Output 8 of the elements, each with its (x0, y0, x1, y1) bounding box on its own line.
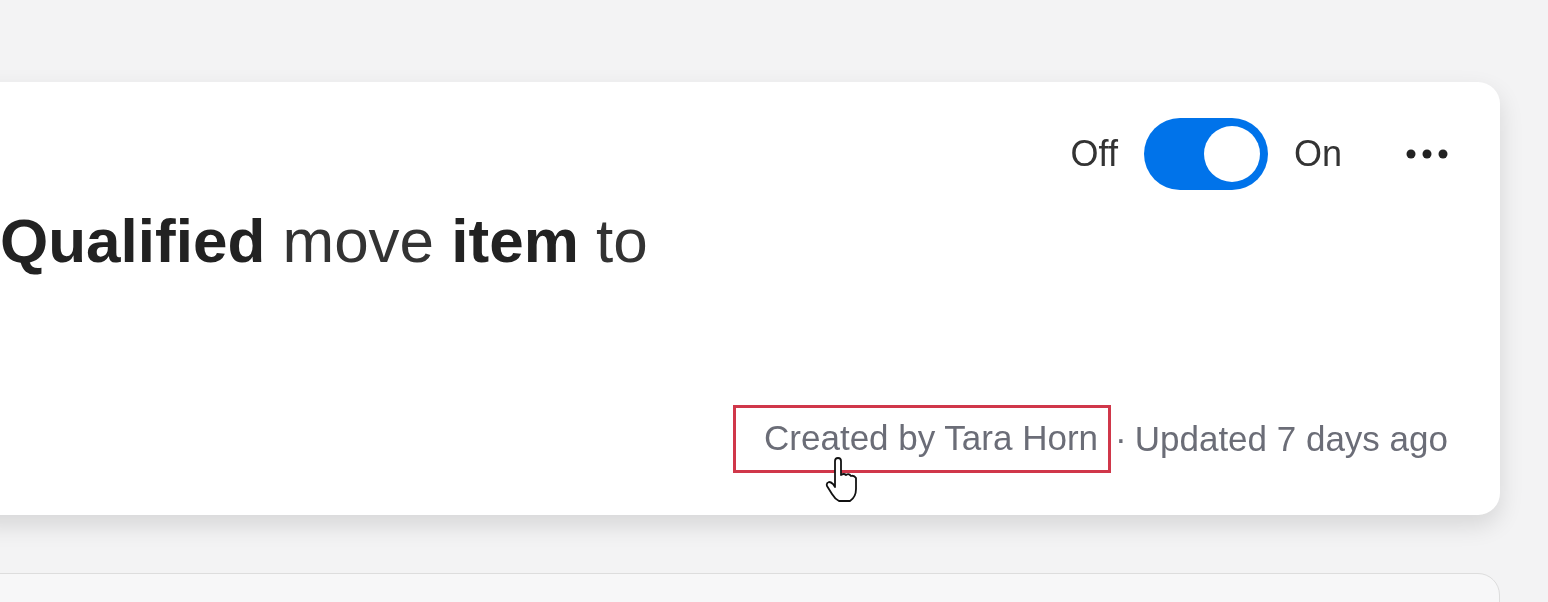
updated-text: Updated 7 days ago (1134, 419, 1448, 459)
automation-sentence: Qualified move item to (0, 205, 649, 277)
off-label: Off (1070, 133, 1118, 175)
more-options-icon[interactable] (1406, 149, 1448, 159)
creator-text[interactable]: Created by Tara Horn (733, 405, 1112, 473)
separator-dot: · (1114, 419, 1128, 459)
hand-cursor-icon (825, 457, 860, 503)
on-label: On (1293, 133, 1342, 175)
